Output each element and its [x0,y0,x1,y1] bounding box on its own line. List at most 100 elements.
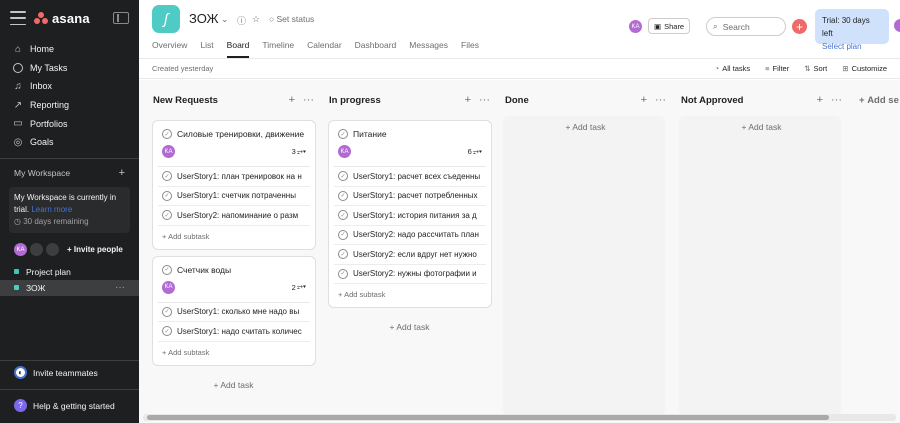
complete-checkbox-icon[interactable]: ✓ [338,129,348,139]
subtask-item[interactable]: ✓ UserStory2: если вдруг нет нужно [334,245,486,265]
user-avatar[interactable] [894,19,900,32]
add-task-button[interactable]: + Add task [152,372,315,398]
tab-dashboard[interactable]: Dashboard [355,40,397,58]
add-subtask-button[interactable]: + Add subtask [153,342,315,365]
subtask-count[interactable]: 3 ⥅▾ [292,147,306,157]
column-header[interactable]: Done + ··· [504,80,667,120]
tab-board[interactable]: Board [226,40,250,58]
column-title[interactable]: Not Approved [681,95,743,106]
sidebar-item-home[interactable]: ⌂ Home [0,40,139,59]
subtask-item[interactable]: ✓ UserStory2: напоминание о разм [158,206,310,226]
add-workspace-item-icon[interactable]: + [119,167,125,179]
sidebar-item-reporting[interactable]: ↗ Reporting [0,96,139,115]
avatar[interactable]: KA [629,20,642,33]
trial-remaining: 30 days remaining [23,216,89,226]
subtask-count[interactable]: 6 ⥅▾ [468,147,482,157]
more-icon[interactable]: ··· [115,282,125,293]
column-header[interactable]: In progress + ··· [328,80,491,120]
column-title[interactable]: In progress [329,95,381,106]
assignee-avatar[interactable]: KA [162,280,175,294]
task-title: Счетчик воды [177,264,232,275]
project-icon[interactable]: ʃ [152,5,180,33]
column-title[interactable]: Done [505,95,529,106]
add-task-icon[interactable]: + [289,94,295,106]
add-task-button[interactable]: + Add task [680,120,843,140]
subtask-item[interactable]: ✓ UserStory1: расчет потребленных [334,187,486,206]
customize-button[interactable]: ⊞ Customize [842,64,887,73]
share-button[interactable]: ▣ Share [648,18,691,34]
subtask-item[interactable]: ✓ UserStory1: история питания за д [334,206,486,226]
sidebar-project-zozh[interactable]: ЗОЖ ··· [0,279,139,296]
add-task-button[interactable]: + Add task [504,120,667,140]
star-icon[interactable]: ☆ [252,14,260,25]
subtask-item[interactable]: ✓ UserStory1: расчет всех съеденны [334,167,486,187]
subtask-item[interactable]: ✓ UserStory1: надо считать количес [158,322,310,342]
add-section-button[interactable]: + Add se [858,80,900,120]
sidebar-item-inbox[interactable]: ♫ Inbox [0,77,139,96]
search-input[interactable]: ⌕ Search [706,17,786,36]
add-task-icon[interactable]: + [817,94,823,106]
learn-more-link[interactable]: Learn more [31,205,72,214]
tab-overview[interactable]: Overview [152,40,187,58]
avatar[interactable]: KA [14,243,27,257]
more-icon[interactable]: ··· [655,94,666,106]
add-task-icon[interactable]: + [641,94,647,106]
project-title[interactable]: ЗОЖ [189,11,219,26]
column-header[interactable]: Not Approved + ··· [680,80,843,120]
sidebar: asana ⌂ Home My Tasks ♫ Inbox ↗ Reportin… [0,0,139,423]
trial-banner[interactable]: Trial: 30 days left Select plan [815,9,889,51]
task-card[interactable]: ✓ Питание KA 6 ⥅▾ ✓ UserStory1: расчет всех… [328,120,492,308]
add-subtask-button[interactable]: + Add subtask [153,226,315,249]
add-task-button[interactable]: + Add task [328,314,491,340]
set-status-button[interactable]: ○ Set status [269,14,314,24]
add-subtask-button[interactable]: + Add subtask [329,284,491,307]
filter-button[interactable]: ≡ Filter [765,64,789,73]
search-placeholder: Search [722,21,750,32]
subtask-item[interactable]: ✓ UserStory2: нужны фотографии и [334,265,486,284]
subtask-count[interactable]: 2 ⥅▾ [292,282,306,292]
chevron-down-icon[interactable]: ⌄ [221,14,229,25]
workspace-header[interactable]: My Workspace + [0,165,139,181]
task-card[interactable]: ✓ Счетчик воды KA 2 ⥅▾ ✓ UserStory1: скольк… [152,255,316,366]
complete-checkbox-icon[interactable]: ✓ [162,129,172,139]
select-plan-link[interactable]: Select plan [822,40,882,53]
task-card[interactable]: ✓ Силовые тренировки, движение KA 3 ⥅▾ ✓ Us… [152,120,316,250]
more-icon[interactable]: ··· [479,94,490,106]
info-icon[interactable]: ⓘ [237,14,246,27]
add-task-icon[interactable]: + [465,94,471,106]
more-icon[interactable]: ··· [831,94,842,106]
project-color-dot [14,269,19,275]
invite-people-button[interactable]: + Invite people [67,245,123,254]
tab-calendar[interactable]: Calendar [307,40,342,58]
subtask-item[interactable]: ✓ UserStory1: план тренировок на н [158,167,310,187]
sidebar-item-portfolios[interactable]: ▭ Portfolios [0,114,139,133]
subtask-item[interactable]: ✓ UserStory2: надо рассчитать план [334,226,486,245]
sidebar-item-my-tasks[interactable]: My Tasks [0,59,139,78]
menu-icon[interactable] [10,11,26,25]
assignee-avatar[interactable]: KA [162,145,175,158]
tab-files[interactable]: Files [461,40,479,58]
inbox-icon: ♫ [14,80,22,92]
asana-logo[interactable]: asana [34,11,90,26]
all-tasks-button[interactable]: ◔ All tasks [715,64,750,73]
sidebar-item-goals[interactable]: ◎ Goals [0,133,139,152]
tab-messages[interactable]: Messages [409,40,448,58]
horizontal-scrollbar[interactable] [143,414,896,421]
collapse-sidebar-icon[interactable] [113,12,129,24]
subtask-icon: ⥅▾ [472,146,482,156]
subtask-item[interactable]: ✓ UserStory1: сколько мне надо вы [158,303,310,322]
tab-list[interactable]: List [200,40,213,58]
help-button[interactable]: ? Help & getting started [0,389,139,421]
assignee-avatar[interactable]: KA [338,145,351,158]
column-header[interactable]: New Requests + ··· [152,80,315,120]
tab-timeline[interactable]: Timeline [262,40,294,58]
sidebar-project-plan[interactable]: Project plan [0,264,139,280]
invite-teammates-button[interactable]: ◐ Invite teammates [0,360,139,384]
sort-button[interactable]: ⇅ Sort [804,64,827,73]
scrollbar-thumb[interactable] [147,415,829,420]
column-title[interactable]: New Requests [153,95,218,106]
create-button[interactable]: + [792,19,807,34]
subtask-item[interactable]: ✓ UserStory1: счетчик потраченны [158,187,310,206]
complete-checkbox-icon[interactable]: ✓ [162,264,172,275]
more-icon[interactable]: ··· [303,94,314,106]
